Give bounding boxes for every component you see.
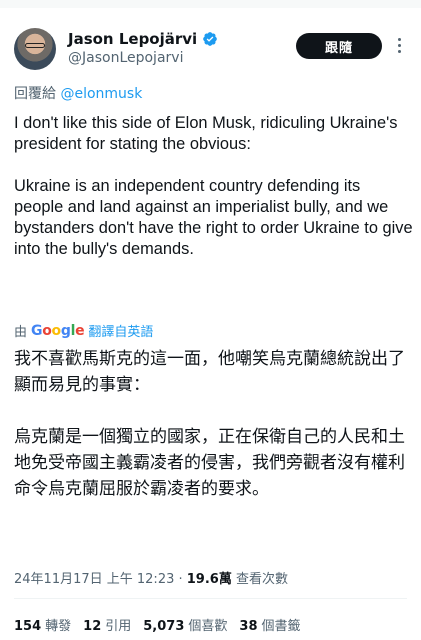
divider: [14, 598, 407, 599]
likes-stat[interactable]: 5,073 個喜歡: [143, 615, 227, 634]
meta-separator: ·: [174, 572, 187, 587]
quotes-label: 引用: [105, 619, 132, 634]
tweet-paragraph-1: I don't like this side of Elon Musk, rid…: [14, 114, 398, 153]
reply-to-prefix: 回覆給: [14, 86, 56, 102]
reply-mention-link[interactable]: @elonmusk: [60, 86, 142, 102]
translated-from-link[interactable]: 翻譯自英語: [88, 321, 153, 340]
verified-badge-icon: [203, 32, 218, 46]
follow-button[interactable]: 跟隨: [296, 33, 382, 59]
tweet-paragraph-2: Ukraine is an independent country defend…: [14, 177, 413, 258]
bookmarks-label: 個書籤: [261, 619, 301, 634]
reply-to-line: 回覆給 @elonmusk: [14, 83, 142, 103]
bookmarks-stat[interactable]: 38 個書籤: [239, 615, 300, 634]
retweets-count: 154: [14, 619, 42, 634]
more-options-icon[interactable]: [395, 38, 403, 54]
likes-count: 5,073: [143, 619, 185, 634]
retweets-label: 轉發: [45, 619, 72, 634]
translated-paragraph-2: 烏克蘭是一個獨立的國家，正在保衛自己的人民和土地免受帝國主義霸凌者的侵害，我們旁…: [14, 427, 405, 499]
translated-text: 我不喜歡馬斯克的這一面，他嘲笑烏克蘭總統說出了顯而易見的事實： 烏克蘭是一個獨立…: [14, 346, 414, 502]
author-name-row[interactable]: Jason Lepojärvi: [68, 30, 218, 48]
quotes-stat[interactable]: 12 引用: [83, 615, 131, 634]
engagement-stats: 154 轉發 12 引用 5,073 個喜歡 38 個書籤: [14, 615, 301, 634]
translation-by: 由: [14, 325, 28, 340]
quotes-count: 12: [83, 619, 102, 634]
top-strip: [0, 0, 421, 8]
google-logo: Google: [31, 322, 85, 339]
retweets-stat[interactable]: 154 轉發: [14, 615, 71, 634]
tweet-text: I don't like this side of Elon Musk, rid…: [14, 113, 414, 260]
likes-label: 個喜歡: [188, 619, 228, 634]
views-count: 19.6萬: [186, 572, 232, 587]
translated-paragraph-1: 我不喜歡馬斯克的這一面，他嘲笑烏克蘭總統說出了顯而易見的事實：: [14, 349, 405, 395]
bookmarks-count: 38: [239, 619, 258, 634]
views-label: 查看次數: [235, 572, 288, 587]
author-handle[interactable]: @JasonLepojarvi: [68, 50, 183, 66]
tweet-meta: 24年11月17日 上午 12:23 · 19.6萬 查看次數: [14, 568, 288, 587]
avatar[interactable]: [14, 28, 56, 70]
translation-attribution: 由 Google 翻譯自英語: [14, 321, 153, 341]
author-display-name[interactable]: Jason Lepojärvi: [68, 30, 197, 48]
avatar-glasses: [25, 43, 45, 48]
tweet-timestamp[interactable]: 24年11月17日 上午 12:23: [14, 572, 174, 587]
